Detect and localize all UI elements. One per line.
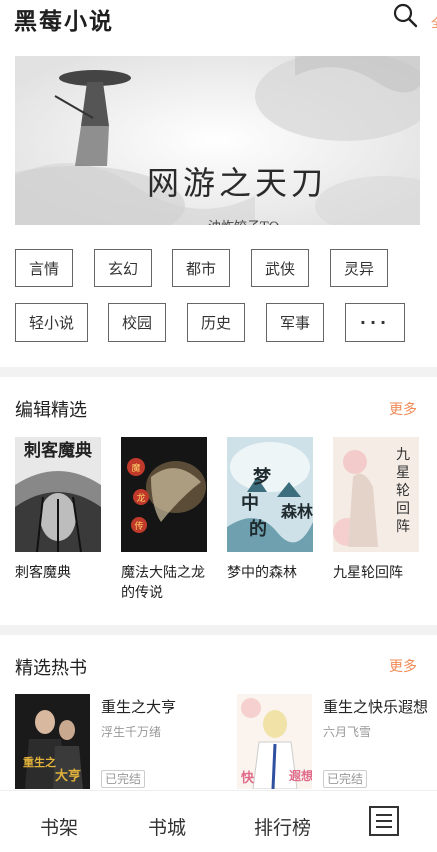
book-cover: 魔 龙 传 [121,437,207,552]
category-junshi[interactable]: 军事 [266,303,324,342]
editor-picks-more-link[interactable]: 更多 [389,399,417,419]
svg-text:梦: 梦 [253,466,272,488]
book-card[interactable]: 九 星 轮 回 阵 九星轮回阵 [333,437,419,583]
section-divider [0,367,437,377]
nav-rankings[interactable]: 排行榜 [254,813,311,840]
svg-text:传: 传 [134,520,143,532]
svg-text:中: 中 [241,492,259,514]
book-title: 刺客魔典 [15,565,71,581]
book-title: 九星轮回阵 [333,565,403,581]
book-title: 魔法大陆之龙的传说 [121,565,205,601]
status-badge: 已完结 [323,770,368,788]
hot-book-author: 浮生千万绪 [101,725,162,739]
book-cover: 梦 中 的 森林 [227,437,313,552]
editor-picks-title: 编辑精选 [15,400,87,421]
category-dushi[interactable]: 都市 [172,249,230,287]
banner-title: 网游之天刀 [147,164,328,202]
category-more-button[interactable]: ··· [345,303,405,342]
nav-rankings-label: 排行榜 [254,817,312,839]
search-icon[interactable] [392,2,418,28]
hot-book-cover[interactable]: 快 遐想 [237,694,312,789]
category-qingxiaoshuo[interactable]: 轻小说 [15,303,88,342]
app-title: 黑莓小说 [14,8,114,35]
app-header: 黑莓小说 全 [0,0,437,52]
menu-line [376,814,392,816]
svg-text:九: 九 [396,447,410,463]
nav-bookstore-label: 书城 [148,817,187,839]
svg-text:的: 的 [249,518,267,540]
edge-text: 全 [431,14,437,31]
svg-text:魔: 魔 [131,462,140,474]
category-yanqing[interactable]: 言情 [15,249,73,287]
svg-text:重生之: 重生之 [23,755,56,769]
section-divider [0,625,437,635]
banner-carousel[interactable]: 网游之天刀 油炸饺子TO [15,56,420,225]
menu-icon[interactable] [369,806,399,836]
svg-text:刺客魔典: 刺客魔典 [24,440,92,461]
book-title: 梦中的森林 [227,565,297,581]
menu-line [376,826,392,828]
book-card[interactable]: 刺客魔典 刺客魔典 [15,437,101,583]
svg-text:大亨: 大亨 [55,768,81,784]
category-xiaoyuan[interactable]: 校园 [108,303,166,342]
nav-bookshelf-label: 书架 [40,817,79,839]
svg-text:回: 回 [396,501,410,517]
category-lingyi[interactable]: 灵异 [330,249,388,287]
nav-bookstore[interactable]: 书城 [146,813,187,844]
hot-book-author: 六月飞雪 [323,725,372,739]
svg-text:星: 星 [396,465,410,481]
svg-text:遐想: 遐想 [289,768,312,783]
hot-picks-more-link[interactable]: 更多 [389,656,417,676]
svg-text:轮: 轮 [396,483,410,499]
banner-author: 油炸饺子TO [208,216,279,225]
category-lishi[interactable]: 历史 [187,303,245,342]
category-xuanhuan[interactable]: 玄幻 [94,249,152,287]
status-badge: 已完结 [101,770,146,788]
svg-text:快: 快 [241,770,255,786]
svg-text:龙: 龙 [136,492,145,504]
category-wuxia[interactable]: 武侠 [251,249,309,287]
book-card[interactable]: 魔 龙 传 魔法大陆之龙的传说 [121,437,207,603]
nav-bookshelf[interactable]: 书架 [40,813,78,840]
svg-text:阵: 阵 [396,519,410,535]
book-card[interactable]: 梦 中 的 森林 梦中的森林 [227,437,313,583]
hot-book-cover[interactable]: 重生之 大亨 [15,694,90,789]
menu-line [376,820,392,822]
book-cover: 刺客魔典 [15,437,101,552]
book-cover: 九 星 轮 回 阵 [333,437,419,552]
svg-text:森林: 森林 [281,502,313,521]
hot-picks-title: 精选热书 [15,658,87,679]
hot-book-title[interactable]: 重生之大亨 [101,696,176,717]
hot-book-title[interactable]: 重生之快乐遐想 [323,696,428,717]
